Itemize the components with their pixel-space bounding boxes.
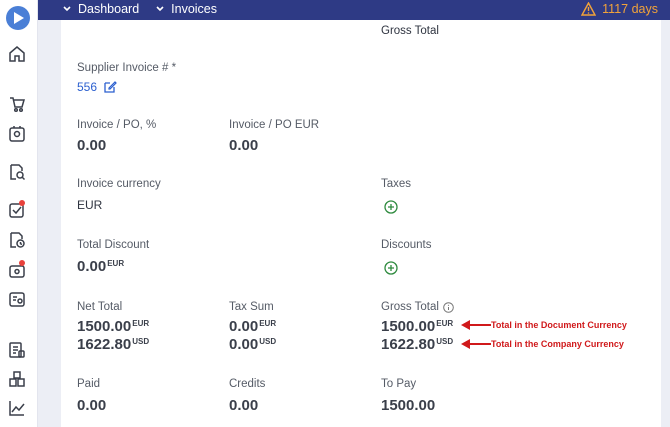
gross-total-header: Gross Total [381, 25, 439, 37]
notification-dot [19, 260, 25, 266]
invoice-icon[interactable] [7, 289, 27, 309]
paid-label: Paid [77, 378, 101, 390]
ledger-icon[interactable] [7, 340, 27, 360]
trial-warning[interactable]: 1117 days [581, 2, 658, 16]
info-icon[interactable] [443, 301, 454, 313]
net-total-value-eur: 1500.00EUR [77, 318, 150, 335]
supplier-invoice-label: Supplier Invoice # * [77, 62, 177, 74]
invoice-currency-value: EUR [77, 198, 103, 212]
taxes-label: Taxes [381, 178, 412, 190]
wallet-icon[interactable] [7, 260, 27, 280]
arrow-left-icon [461, 320, 491, 330]
gross-total-label: Gross Total [381, 301, 454, 313]
invoice-po-pct-value: 0.00 [77, 137, 107, 154]
cart-icon[interactable] [7, 94, 27, 114]
to-pay-label: To Pay [381, 378, 417, 390]
tax-sum-value-eur: 0.00EUR [229, 318, 277, 335]
add-discount-icon[interactable] [384, 261, 398, 275]
discounts-label: Discounts [381, 239, 432, 251]
tax-sum-value-usd: 0.00USD [229, 336, 277, 353]
chevron-down-icon[interactable] [60, 2, 74, 16]
clock-doc-icon[interactable] [7, 230, 27, 250]
logo-icon[interactable] [6, 6, 30, 30]
badge-icon[interactable] [7, 124, 27, 144]
gross-total-value-eur: 1500.00EUR [381, 318, 454, 335]
edit-icon[interactable] [103, 80, 117, 94]
breadcrumb-invoices[interactable]: Invoices [171, 2, 217, 16]
chart-icon[interactable] [7, 398, 27, 418]
paid-value: 0.00 [77, 397, 107, 414]
to-pay-value: 1500.00 [381, 397, 436, 414]
company-currency-note: Total in the Company Currency [491, 339, 624, 349]
tax-sum-label: Tax Sum [229, 301, 274, 313]
top-bar: Dashboard Invoices 1117 days [38, 0, 670, 20]
doc-currency-note: Total in the Document Currency [491, 320, 627, 330]
add-tax-icon[interactable] [384, 200, 398, 214]
credits-label: Credits [229, 378, 266, 390]
sidebar [0, 0, 38, 427]
invoice-form: Gross Total Supplier Invoice # * 556 Inv… [61, 20, 661, 427]
breadcrumb-dashboard[interactable]: Dashboard [78, 2, 139, 16]
credits-value: 0.00 [229, 397, 259, 414]
search-doc-icon[interactable] [7, 162, 27, 182]
warning-icon [581, 2, 597, 16]
chevron-down-icon[interactable] [153, 2, 167, 16]
net-total-value-usd: 1622.80USD [77, 336, 150, 353]
boxes-icon[interactable] [7, 369, 27, 389]
warning-text: 1117 days [602, 2, 658, 16]
invoice-po-pct-label: Invoice / PO, % [77, 119, 157, 131]
total-discount-value: 0.00EUR [77, 258, 125, 275]
home-icon[interactable] [7, 44, 27, 64]
invoice-po-eur-value: 0.00 [229, 137, 259, 154]
invoice-po-eur-label: Invoice / PO EUR [229, 119, 320, 131]
checklist-icon[interactable] [7, 200, 27, 220]
arrow-left-icon [461, 339, 491, 349]
gross-total-value-usd: 1622.80USD [381, 336, 454, 353]
invoice-currency-label: Invoice currency [77, 178, 161, 190]
supplier-invoice-link[interactable]: 556 [77, 80, 117, 94]
breadcrumb: Dashboard Invoices [60, 2, 231, 16]
net-total-label: Net Total [77, 301, 123, 313]
notification-dot [19, 200, 25, 206]
total-discount-label: Total Discount [77, 239, 150, 251]
supplier-invoice-value[interactable]: 556 [77, 80, 97, 94]
